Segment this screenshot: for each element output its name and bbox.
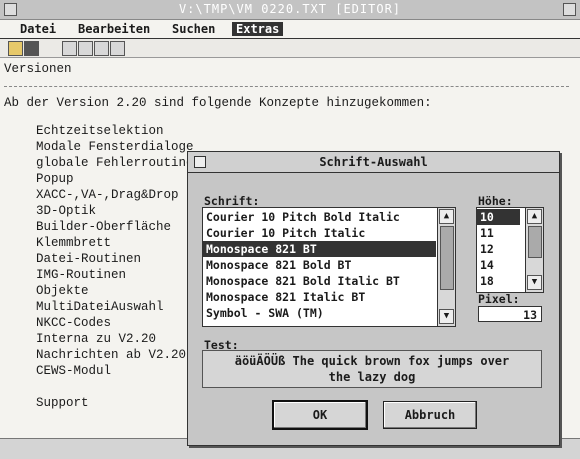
editor-line: Interna zu V2.20 [36, 332, 157, 346]
font-selection-dialog: Schrift-Auswahl Schrift: Courier 10 Pitc… [187, 151, 560, 446]
pixel-value-field[interactable]: 13 [478, 306, 542, 322]
window-title-bar[interactable]: V:\TMP\VM 0220.TXT [EDITOR] [0, 0, 580, 20]
separator [4, 86, 569, 87]
scroll-up-icon[interactable]: ▲ [439, 209, 454, 224]
height-label: Höhe: [478, 194, 513, 208]
menu-datei[interactable]: Datei [16, 22, 60, 36]
font-label: Schrift: [204, 194, 260, 208]
editor-line: NKCC-Codes [36, 316, 112, 330]
font-list-scroll-thumb[interactable] [440, 226, 454, 290]
dialog-title: Schrift-Auswahl [319, 155, 428, 169]
save-icon[interactable] [24, 41, 39, 56]
editor-line: globale Fehlerroutinen [36, 156, 202, 170]
editor-line: Modale Fensterdialoge [36, 140, 194, 154]
font-list-item-selected[interactable]: Monospace 821 BT [203, 241, 436, 257]
window-title: V:\TMP\VM 0220.TXT [EDITOR] [178, 2, 402, 16]
editor-line: Datei-Routinen [36, 252, 142, 266]
scroll-down-icon[interactable]: ▼ [439, 309, 454, 324]
menu-extras[interactable]: Extras [232, 22, 284, 36]
height-list-item[interactable]: 12 [477, 241, 520, 257]
font-list-item[interactable]: Monospace 821 Bold BT [203, 257, 436, 273]
editor-line: Builder-Oberfläche [36, 220, 172, 234]
font-list-item[interactable]: Monospace 821 Italic BT [203, 289, 436, 305]
cut-icon[interactable] [62, 41, 77, 56]
height-list-scroll-thumb[interactable] [528, 226, 542, 258]
toolbar [0, 39, 580, 58]
font-list-item[interactable]: Courier 10 Pitch Bold Italic [203, 209, 436, 225]
height-list-scrollbar[interactable]: ▲ ▼ [525, 208, 543, 292]
editor-line: Support [36, 396, 89, 410]
editor-intro: Ab der Version 2.20 sind folgende Konzep… [4, 96, 432, 110]
test-text-line1: äöüÄÖÜß The quick brown fox jumps over [234, 354, 510, 368]
height-list[interactable]: 10 11 12 14 18 ▲ ▼ [476, 207, 544, 293]
menu-bar: Datei Bearbeiten Suchen Extras [0, 20, 580, 39]
copy-icon[interactable] [78, 41, 93, 56]
editor-line: Nachrichten ab V2.20 [36, 348, 187, 362]
print-icon[interactable] [110, 41, 125, 56]
editor-line: MultiDateiAuswahl [36, 300, 164, 314]
test-text-line2: the lazy dog [328, 370, 416, 384]
height-list-item-selected[interactable]: 10 [477, 209, 520, 225]
cancel-button[interactable]: Abbruch [383, 401, 477, 429]
font-list[interactable]: Courier 10 Pitch Bold Italic Courier 10 … [202, 207, 456, 327]
editor-line: Echtzeitselektion [36, 124, 164, 138]
pixel-label: Pixel: [478, 292, 520, 306]
test-preview-box: äöüÄÖÜß The quick brown fox jumps over t… [202, 350, 542, 388]
font-list-item[interactable]: Courier 10 Pitch Italic [203, 225, 436, 241]
height-list-item[interactable]: 11 [477, 225, 520, 241]
scroll-up-icon[interactable]: ▲ [527, 209, 542, 224]
editor-heading: Versionen [4, 62, 72, 76]
ok-button[interactable]: OK [272, 400, 368, 430]
editor-line: XACC-,VA-,Drag&Drop [36, 188, 179, 202]
editor-line: CEWS-Modul [36, 364, 112, 378]
folder-open-icon[interactable] [8, 41, 23, 56]
editor-line: Popup [36, 172, 74, 186]
font-list-scrollbar[interactable]: ▲ ▼ [437, 208, 455, 326]
scroll-down-icon[interactable]: ▼ [527, 275, 542, 290]
editor-line: 3D-Optik [36, 204, 97, 218]
menu-bearbeiten[interactable]: Bearbeiten [74, 22, 154, 36]
height-list-item[interactable]: 18 [477, 273, 520, 289]
dialog-title-bar[interactable]: Schrift-Auswahl [188, 152, 559, 173]
height-list-item[interactable]: 14 [477, 257, 520, 273]
editor-line: IMG-Routinen [36, 268, 127, 282]
font-list-item[interactable]: Monospace 821 Bold Italic BT [203, 273, 436, 289]
editor-line: Objekte [36, 284, 89, 298]
editor-line: Klemmbrett [36, 236, 112, 250]
paste-icon[interactable] [94, 41, 109, 56]
font-list-item[interactable]: Symbol - SWA (TM) [203, 305, 436, 321]
menu-suchen[interactable]: Suchen [168, 22, 219, 36]
window-fullsize-box[interactable] [563, 3, 576, 16]
